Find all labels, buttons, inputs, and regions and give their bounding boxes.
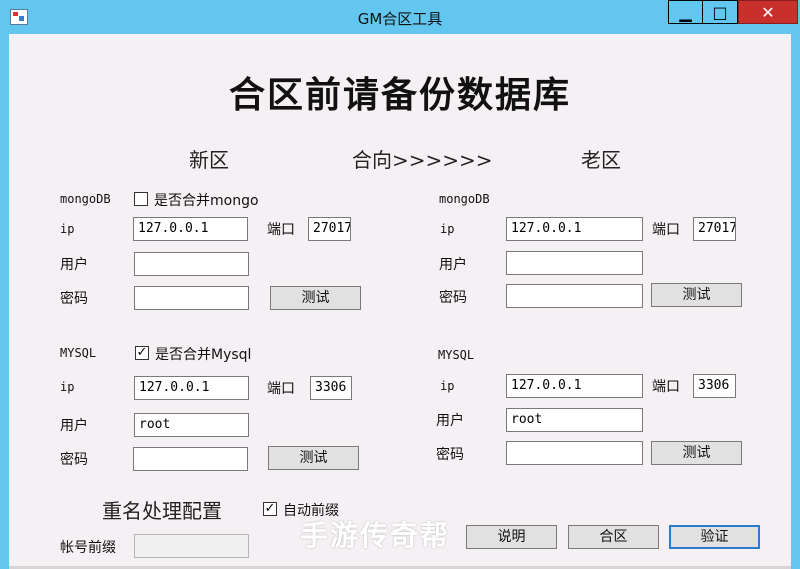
new-mysql-port-label: 端口 — [267, 381, 295, 397]
close-button[interactable]: ✕ — [738, 0, 798, 24]
new-mongo-ip-label: ip — [60, 222, 75, 236]
old-mysql-ip-input[interactable]: 127.0.0.1 — [506, 374, 643, 398]
old-mysql-user-label: 用户 — [436, 413, 464, 429]
old-mysql-password-input[interactable] — [506, 441, 643, 465]
old-mysql-user-input[interactable]: root — [506, 408, 643, 432]
auto-prefix-checkbox[interactable]: ✓ — [263, 502, 277, 516]
old-mysql-test-button[interactable]: 测试 — [651, 441, 742, 465]
new-mongo-port-input[interactable]: 27017 — [308, 217, 351, 241]
old-mysql-port-input[interactable]: 3306 — [693, 374, 736, 398]
new-mongo-merge-checkbox[interactable] — [134, 192, 148, 206]
maximize-button[interactable]: □ — [703, 0, 738, 24]
new-server-heading: 新区 — [189, 148, 229, 172]
new-mongo-password-label: 密码 — [60, 291, 88, 307]
old-mysql-password-label: 密码 — [436, 447, 464, 463]
old-mongo-ip-input[interactable]: 127.0.0.1 — [506, 217, 643, 241]
old-mongo-password-label: 密码 — [439, 290, 467, 306]
new-mysql-merge-label: 是否合并Mysql — [155, 347, 252, 363]
verify-button[interactable]: 验证 — [669, 525, 760, 549]
main-panel: 合区前请备份数据库 新区 合向>>>>>> 老区 mongoDB 是否合并mon… — [9, 34, 791, 569]
new-mongo-port-label: 端口 — [267, 222, 295, 238]
old-mongo-user-input[interactable] — [506, 251, 643, 275]
rename-config-title: 重名处理配置 — [102, 499, 222, 523]
new-mysql-merge-checkbox[interactable]: ✓ — [135, 346, 149, 360]
new-mongo-password-input[interactable] — [134, 286, 249, 310]
new-mysql-user-input[interactable]: root — [134, 413, 249, 437]
account-prefix-input[interactable] — [134, 534, 249, 558]
new-mongo-label: mongoDB — [60, 192, 111, 206]
old-mongo-test-button[interactable]: 测试 — [651, 283, 742, 307]
account-prefix-label: 帐号前缀 — [60, 540, 116, 556]
new-mongo-user-label: 用户 — [60, 257, 88, 273]
page-title: 合区前请备份数据库 — [228, 74, 571, 116]
old-mysql-ip-label: ip — [440, 379, 455, 393]
old-mongo-port-label: 端口 — [652, 222, 680, 238]
new-mysql-ip-input[interactable]: 127.0.0.1 — [134, 376, 249, 400]
old-mysql-label: MYSQL — [438, 348, 475, 362]
old-mongo-label: mongoDB — [439, 192, 490, 206]
old-mongo-port-input[interactable]: 27017 — [693, 217, 736, 241]
old-server-heading: 老区 — [581, 148, 621, 172]
new-mysql-ip-label: ip — [60, 380, 75, 394]
new-mongo-user-input[interactable] — [134, 252, 249, 276]
help-button[interactable]: 说明 — [466, 525, 557, 549]
new-mongo-merge-label: 是否合并mongo — [154, 193, 259, 209]
new-mysql-test-button[interactable]: 测试 — [268, 446, 359, 470]
new-mysql-password-label: 密码 — [60, 452, 88, 468]
new-mysql-password-input[interactable] — [133, 447, 248, 471]
old-mongo-user-label: 用户 — [439, 257, 467, 273]
old-mongo-password-input[interactable] — [506, 284, 643, 308]
old-mysql-port-label: 端口 — [652, 379, 680, 395]
merge-direction-label: 合向>>>>>> — [352, 148, 493, 172]
merge-button[interactable]: 合区 — [568, 525, 659, 549]
new-mongo-test-button[interactable]: 测试 — [270, 286, 361, 310]
minimize-button[interactable]: ▁ — [668, 0, 703, 24]
new-mongo-ip-input[interactable]: 127.0.0.1 — [133, 217, 248, 241]
new-mysql-label: MYSQL — [60, 346, 97, 360]
new-mysql-user-label: 用户 — [60, 418, 88, 434]
old-mongo-ip-label: ip — [440, 222, 455, 236]
title-bar: GM合区工具 ▁ □ ✕ — [0, 0, 800, 34]
watermark: 手游传奇帮 — [300, 519, 451, 552]
new-mysql-port-input[interactable]: 3306 — [310, 376, 352, 400]
